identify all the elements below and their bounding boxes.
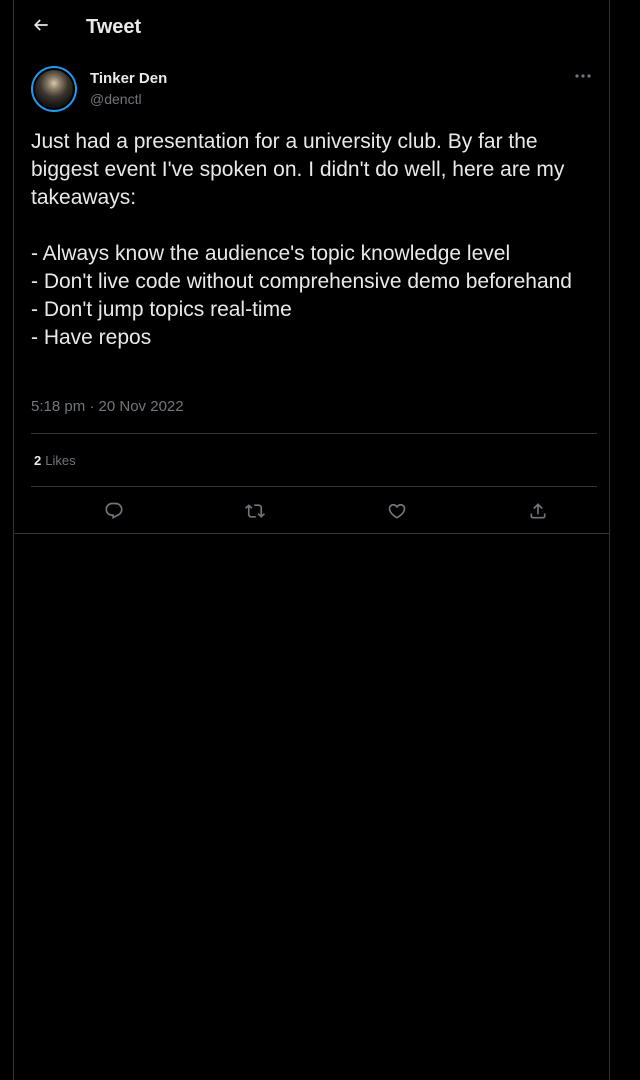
tweet-text: Just had a presentation for a university… (31, 130, 572, 349)
share-button[interactable] (526, 499, 550, 523)
more-icon (575, 74, 591, 78)
arrow-left-icon (33, 19, 48, 31)
header: Tweet (14, 0, 609, 52)
divider (31, 486, 597, 487)
tweet-actions (31, 488, 597, 534)
likes-count: 2 (34, 453, 42, 468)
likes-label: Likes (45, 453, 76, 468)
more-options-button[interactable] (571, 66, 595, 86)
section-divider (14, 533, 609, 534)
tweet-timestamp[interactable]: 5:18 pm · 20 Nov 2022 (31, 398, 184, 415)
author-display-name[interactable]: Tinker Den (90, 70, 167, 87)
like-icon (388, 503, 406, 519)
avatar-image (33, 68, 75, 110)
reply-icon (105, 502, 123, 520)
divider (31, 433, 597, 434)
likes-stat[interactable]: 2 Likes (34, 453, 76, 468)
retweet-icon (245, 504, 265, 518)
app-page: Tweet Tinker Den @denctl Just had a pres… (0, 0, 640, 1080)
retweet-button[interactable] (243, 499, 267, 523)
like-button[interactable] (385, 499, 409, 523)
avatar[interactable] (31, 66, 77, 112)
main-column: Tweet Tinker Den @denctl Just had a pres… (13, 0, 610, 1080)
share-icon (530, 503, 546, 519)
author-handle[interactable]: @denctl (90, 91, 142, 107)
back-button[interactable] (28, 12, 54, 38)
page-title: Tweet (86, 16, 142, 38)
reply-button[interactable] (102, 499, 126, 523)
